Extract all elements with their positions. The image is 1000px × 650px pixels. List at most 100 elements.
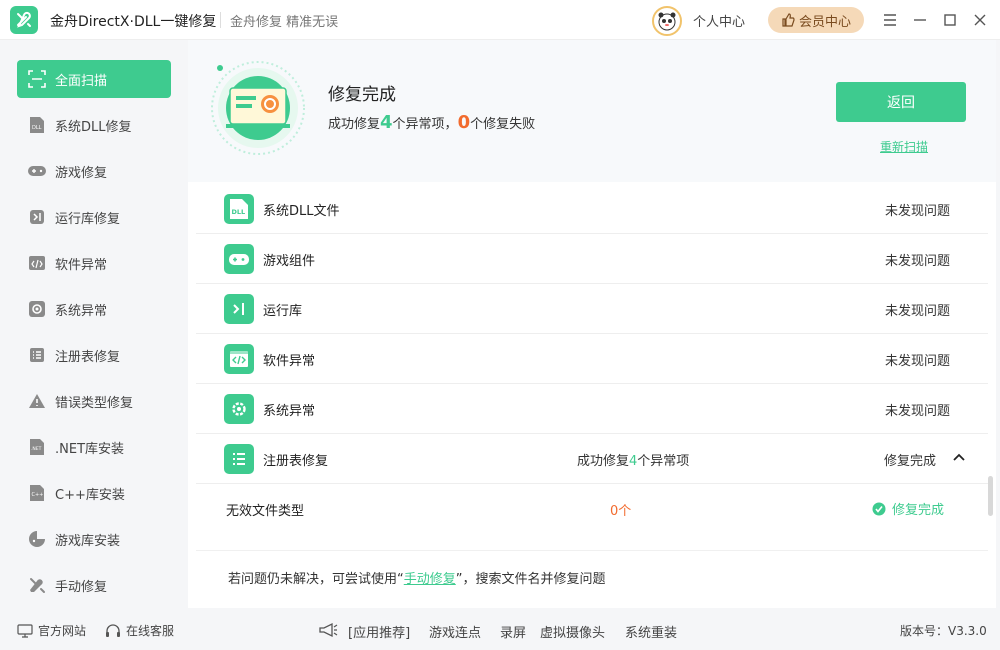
recommend-item-virtual-camera[interactable]: 虚拟摄像头 [540, 622, 605, 641]
sidebar-item-software[interactable]: 软件异常 [17, 244, 171, 282]
recommend-item-screen-record[interactable]: 录屏 [500, 622, 526, 641]
registry-summary: 成功修复4个异常项 [577, 450, 689, 469]
sidebar-item-system[interactable]: 系统异常 [17, 290, 171, 328]
vip-center-label: 会员中心 [798, 14, 851, 30]
sidebar-item-label: 手动修复 [55, 579, 108, 595]
thumb-up-icon [782, 13, 795, 27]
fixed-count: 4 [380, 112, 393, 133]
result-status: 未发现问题 [884, 304, 950, 319]
result-row-registry[interactable]: 注册表修复 成功修复4个异常项 修复完成 [196, 434, 988, 484]
sidebar-item-game[interactable]: 游戏修复 [17, 152, 171, 190]
registry-detail-row: 无效文件类型 0个 修复完成 [196, 484, 988, 534]
sidebar-item-label: 软件异常 [55, 257, 108, 273]
vip-center-button[interactable]: 会员中心 [768, 7, 864, 33]
app-title: 金舟DirectX·DLL一键修复 [50, 14, 217, 30]
recommend-item-clicker[interactable]: 游戏连点 [429, 622, 481, 641]
sidebar: 全面扫描 DLL 系统DLL修复 游戏修复 运行库修复 软件异常 系统异常 注册… [0, 40, 188, 608]
maximize-icon[interactable] [940, 10, 960, 30]
chevron-up-icon[interactable] [952, 450, 966, 468]
app-slogan: 金舟修复 精准无误 [230, 15, 339, 30]
dll-file-icon: DLL [224, 194, 254, 224]
sidebar-item-game-lib[interactable]: 游戏库安装 [17, 520, 171, 558]
wrench-icon [27, 575, 47, 595]
sidebar-item-label: 注册表修复 [55, 349, 121, 365]
hint-bar: 若问题仍未解决，可尝试使用“手动修复”，搜索文件名并修复问题 [196, 550, 988, 600]
sidebar-item-manual[interactable]: 手动修复 [17, 566, 171, 604]
hint-prefix: 若问题仍未解决，可尝试使用“ [228, 572, 404, 587]
repair-summary: 成功修复4个异常项，0个修复失败 [328, 112, 535, 133]
code-window-icon [224, 344, 254, 374]
sidebar-item-cpp[interactable]: C++ C++库安装 [17, 474, 171, 512]
title-bar: 金舟DirectX·DLL一键修复 金舟修复 精准无误 个人中心 会员中心 [0, 0, 1000, 40]
summary-suffix: 个修复失败 [470, 117, 536, 132]
result-row-system: 系统异常 未发现问题 [196, 384, 988, 434]
cpp-icon: C++ [27, 483, 47, 503]
result-row-dll: DLL 系统DLL文件 未发现问题 [196, 184, 988, 234]
code-window-icon [27, 253, 47, 273]
result-status: 未发现问题 [884, 354, 950, 369]
dll-icon: DLL [27, 115, 47, 135]
official-website-label: 官方网站 [38, 624, 87, 638]
svg-text:C++: C++ [32, 492, 44, 498]
sidebar-item-error-type[interactable]: 错误类型修复 [17, 382, 171, 420]
result-label: 注册表修复 [263, 454, 329, 469]
detail-label: 无效文件类型 [226, 504, 305, 519]
online-service-link[interactable]: 在线客服 [105, 622, 174, 639]
game-lib-icon [27, 529, 47, 549]
result-label: 运行库 [263, 304, 303, 319]
online-service-label: 在线客服 [126, 624, 175, 638]
registry-summary-suffix: 个异常项 [637, 454, 690, 469]
summary-mid: 个异常项， [392, 117, 458, 132]
recommend-item-system-reinstall[interactable]: 系统重装 [625, 622, 677, 641]
gear-icon [27, 299, 47, 319]
result-status: 未发现问题 [884, 404, 950, 419]
sidebar-item-label: 运行库修复 [55, 211, 121, 227]
dotnet-icon: .NET [27, 437, 47, 457]
registry-summary-prefix: 成功修复 [577, 454, 630, 469]
result-label: 软件异常 [263, 354, 316, 369]
close-icon[interactable] [970, 10, 990, 30]
app-logo-icon [10, 6, 38, 34]
result-row-software: 软件异常 未发现问题 [196, 334, 988, 384]
sidebar-item-runtime[interactable]: 运行库修复 [17, 198, 171, 236]
sidebar-item-label: 错误类型修复 [55, 395, 134, 411]
result-status: 未发现问题 [884, 204, 950, 219]
sidebar-item-dll[interactable]: DLL 系统DLL修复 [17, 106, 171, 144]
scrollbar-thumb[interactable] [988, 476, 993, 516]
gamepad-icon [27, 161, 47, 181]
sidebar-item-label: 系统异常 [55, 303, 108, 319]
minimize-icon[interactable] [910, 10, 930, 30]
svg-text:DLL: DLL [232, 208, 246, 216]
hint-suffix: ”，搜索文件名并修复问题 [455, 572, 606, 587]
rescan-link[interactable]: 重新扫描 [880, 138, 928, 155]
title-divider [220, 12, 221, 28]
result-status: 未发现问题 [884, 254, 950, 269]
sidebar-item-registry[interactable]: 注册表修复 [17, 336, 171, 374]
list-icon [27, 345, 47, 365]
result-label: 系统DLL文件 [263, 204, 340, 219]
sidebar-item-full-scan[interactable]: 全面扫描 [17, 60, 171, 98]
gear-icon [224, 394, 254, 424]
sidebar-item-label: C++库安装 [55, 487, 125, 503]
repair-status-title: 修复完成 [328, 85, 396, 105]
runtime-icon [27, 207, 47, 227]
personal-center-link[interactable]: 个人中心 [693, 11, 745, 30]
check-circle-icon [872, 502, 886, 515]
sidebar-item-label: 游戏修复 [55, 165, 108, 181]
result-label: 系统异常 [263, 404, 316, 419]
avatar[interactable] [652, 6, 682, 36]
gamepad-icon [224, 244, 254, 274]
detail-status: 修复完成 [872, 499, 944, 518]
sidebar-item-dotnet[interactable]: .NET .NET库安装 [17, 428, 171, 466]
detail-status-label: 修复完成 [892, 503, 945, 518]
manual-repair-link[interactable]: 手动修复 [404, 572, 456, 587]
official-website-link[interactable]: 官方网站 [17, 622, 86, 639]
megaphone-icon [318, 622, 338, 638]
warning-icon [27, 391, 47, 411]
result-label: 游戏组件 [263, 254, 316, 269]
back-button[interactable]: 返回 [836, 82, 966, 122]
menu-icon[interactable] [880, 10, 900, 30]
result-status: 修复完成 [883, 454, 936, 469]
detail-count: 0个 [610, 504, 632, 519]
repair-complete-illustration [210, 60, 306, 156]
